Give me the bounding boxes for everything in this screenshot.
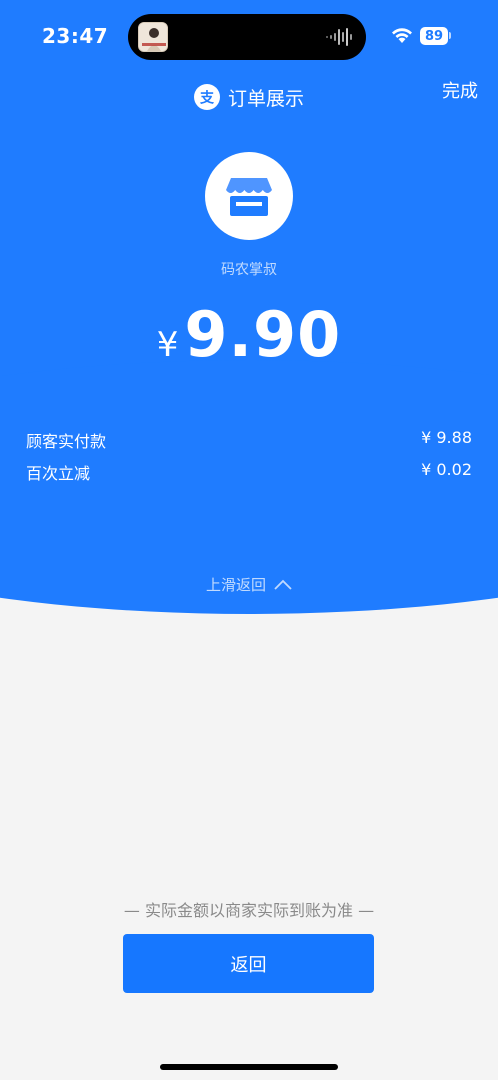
audio-wave-icon bbox=[326, 28, 352, 46]
battery-indicator: 89 bbox=[420, 27, 448, 45]
payment-amount: ¥ 9.90 bbox=[0, 298, 498, 371]
svg-text:支: 支 bbox=[199, 90, 215, 107]
page-title: 订单展示 bbox=[227, 87, 304, 110]
wifi-icon bbox=[392, 28, 412, 43]
currency-symbol: ¥ bbox=[156, 325, 179, 365]
detail-row-discount: 百次立减 ¥ 0.02 bbox=[26, 460, 472, 484]
home-indicator[interactable] bbox=[160, 1064, 338, 1070]
alipay-logo-icon: 支 bbox=[193, 84, 220, 110]
detail-value: ¥ 9.88 bbox=[421, 428, 472, 447]
merchant-name: 码农掌叔 bbox=[221, 262, 277, 278]
order-display-screen: 23:47 89 支 订单展示 完成 码农掌叔 ¥ 9.90 顾客实付款 ¥ 9… bbox=[0, 0, 498, 1080]
done-button[interactable]: 完成 bbox=[442, 77, 478, 103]
detail-row-customer-paid: 顾客实付款 ¥ 9.88 bbox=[26, 428, 472, 452]
battery-tip bbox=[449, 32, 451, 39]
disclaimer-text: — 实际金额以商家实际到账为准 — bbox=[123, 901, 375, 920]
now-playing-thumbnail bbox=[138, 22, 168, 52]
detail-label: 百次立减 bbox=[26, 464, 91, 483]
shop-storefront-icon bbox=[205, 152, 293, 240]
nav-title-group: 支 订单展示 bbox=[0, 82, 498, 112]
dynamic-island[interactable] bbox=[128, 14, 366, 60]
swipe-back-label: 上滑返回 bbox=[205, 576, 266, 594]
status-time: 23:47 bbox=[42, 24, 109, 48]
back-button[interactable]: 返回 bbox=[123, 934, 374, 993]
amount-value: 9.90 bbox=[184, 298, 342, 371]
detail-value: ¥ 0.02 bbox=[421, 460, 472, 479]
chevron-up-icon bbox=[274, 579, 292, 590]
detail-label: 顾客实付款 bbox=[26, 432, 107, 451]
swipe-back-hint[interactable]: 上滑返回 bbox=[0, 574, 498, 595]
